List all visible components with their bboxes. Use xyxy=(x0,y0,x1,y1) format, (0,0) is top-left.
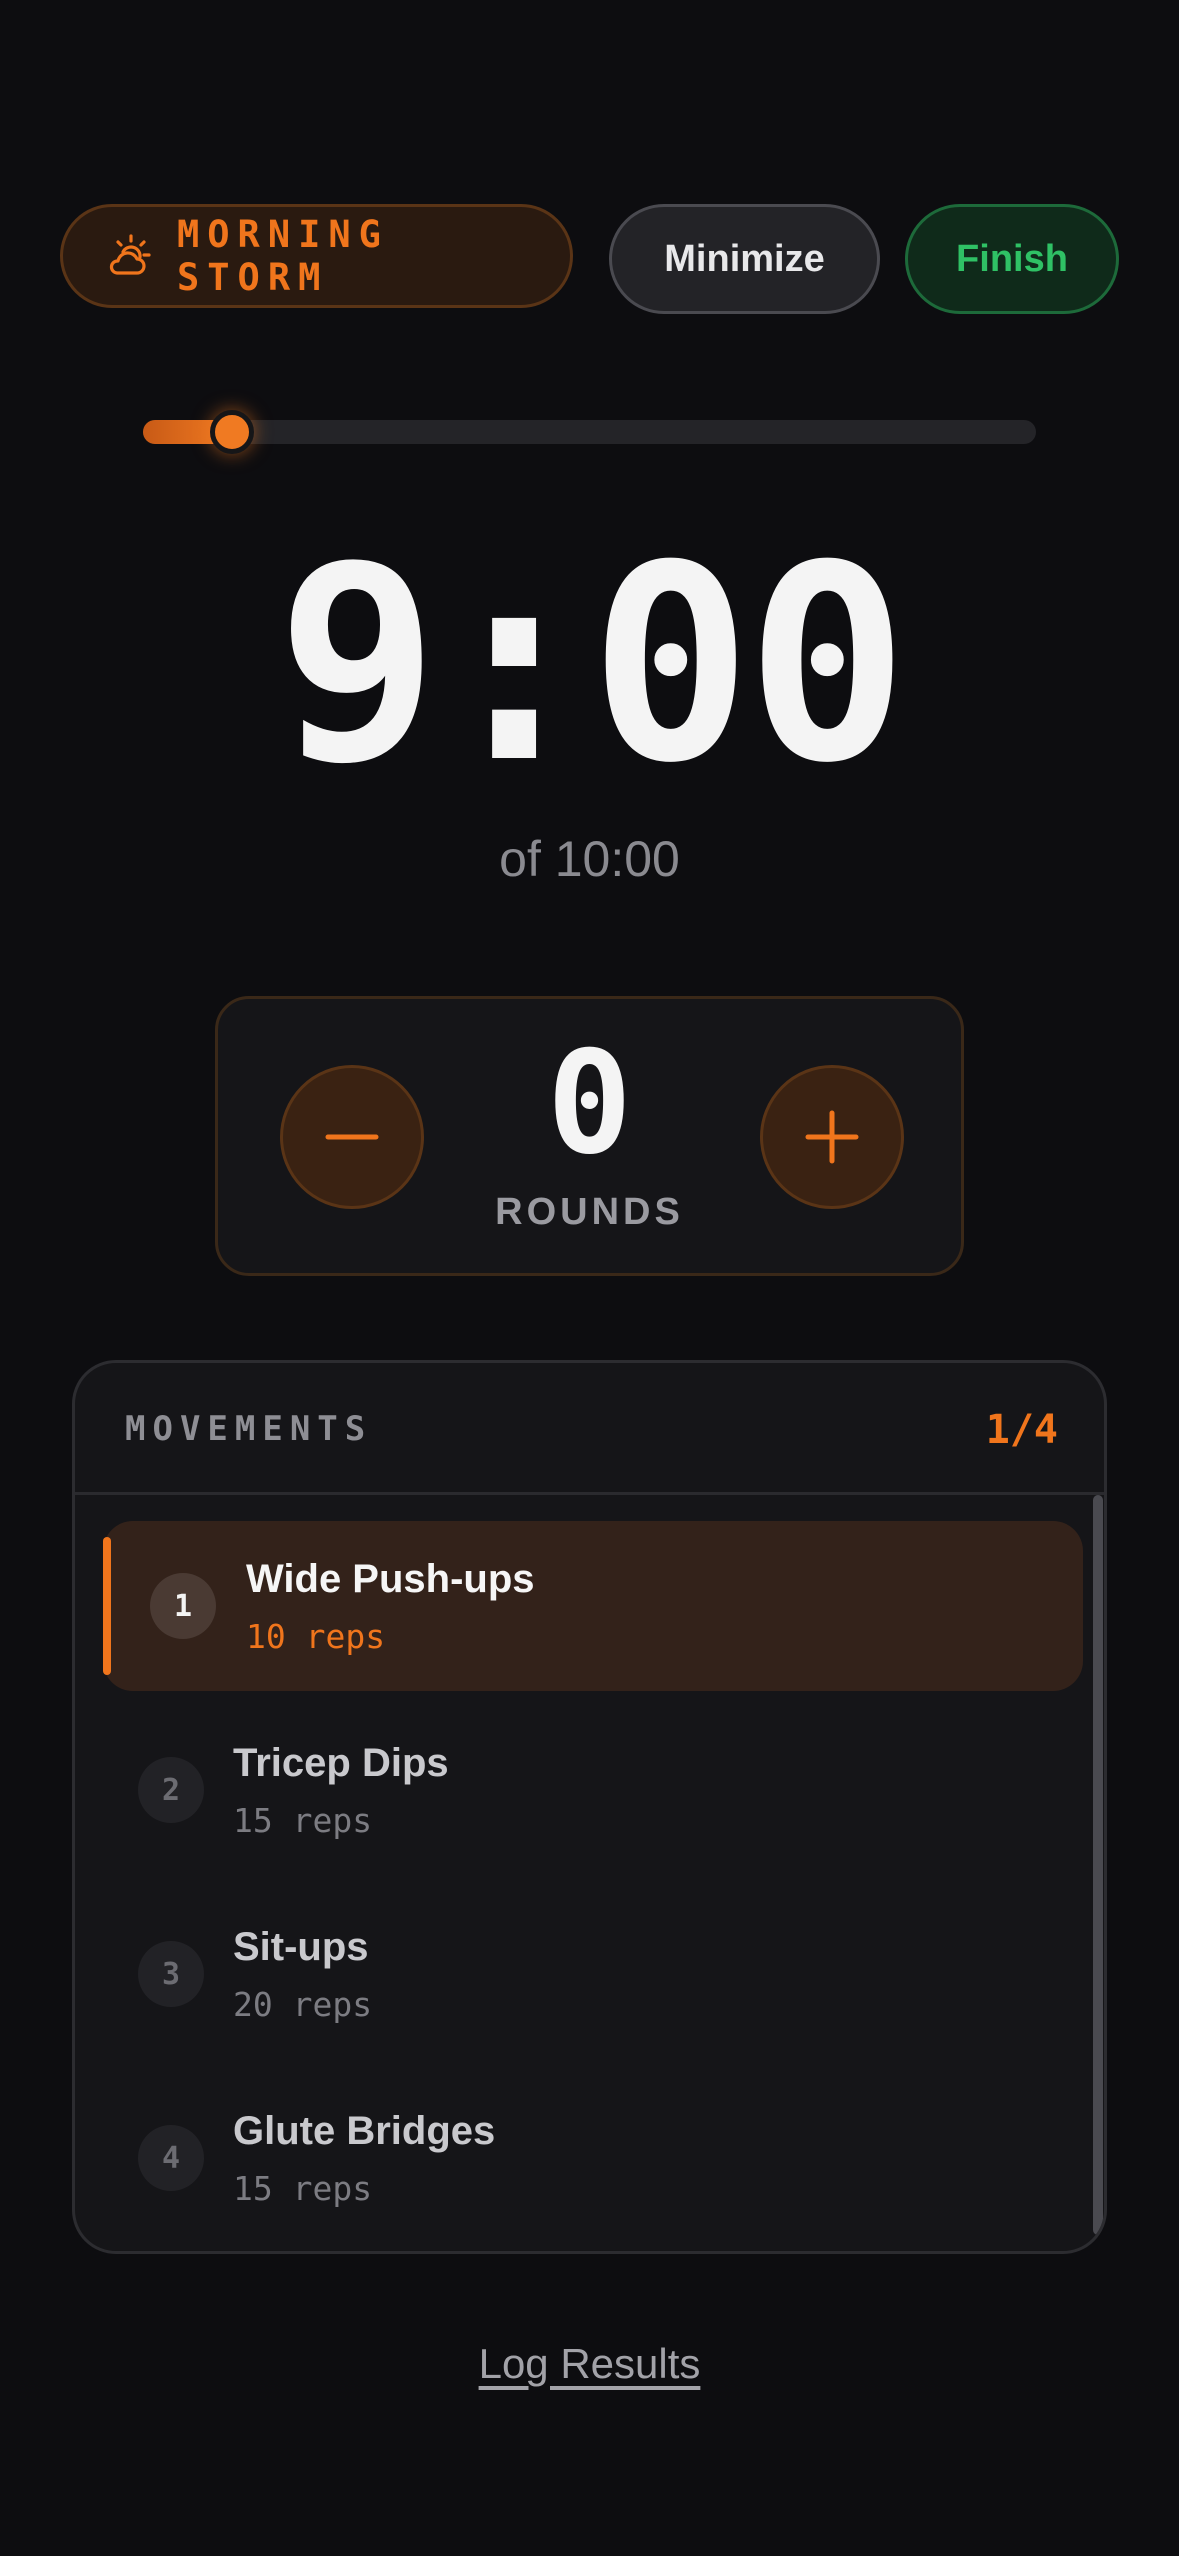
progress-track[interactable] xyxy=(143,410,1036,454)
plus-icon xyxy=(805,1110,859,1164)
movement-number: 4 xyxy=(138,2125,204,2191)
timer-total: of 10:00 xyxy=(499,831,680,887)
movement-item-3[interactable]: 3 Sit-ups 20 reps xyxy=(75,1889,1085,2059)
movement-item-4[interactable]: 4 Glute Bridges 15 reps xyxy=(75,2073,1085,2243)
active-indicator xyxy=(103,1537,111,1675)
workout-timer-screen: MORNING STORM Minimize Finish 9:00 of 10… xyxy=(0,0,1179,2556)
movements-counter: 1/4 xyxy=(985,1407,1058,1453)
movements-title: MOVEMENTS xyxy=(125,1409,373,1449)
movement-item-1[interactable]: 1 Wide Push-ups 10 reps xyxy=(103,1521,1083,1691)
movements-header: MOVEMENTS 1/4 xyxy=(75,1363,1104,1495)
movement-reps: 15 reps xyxy=(233,1801,373,1840)
movements-scrollbar[interactable] xyxy=(1093,1495,1103,2235)
progress-knob[interactable] xyxy=(210,410,255,454)
movements-panel: MOVEMENTS 1/4 1 Wide Push-ups 10 reps 2 … xyxy=(72,1360,1107,2254)
log-results-link[interactable]: Log Results xyxy=(0,2340,1179,2388)
movement-name: Wide Push-ups xyxy=(246,1557,535,1601)
log-results-label[interactable]: Log Results xyxy=(479,2340,701,2387)
increment-round-button[interactable] xyxy=(760,1065,904,1209)
movement-reps: 10 reps xyxy=(246,1617,386,1656)
finish-button[interactable]: Finish xyxy=(905,204,1119,314)
sun-cloud-icon xyxy=(107,233,153,279)
movement-reps: 15 reps xyxy=(233,2169,373,2208)
movement-item-2[interactable]: 2 Tricep Dips 15 reps xyxy=(75,1705,1085,1875)
movement-reps: 20 reps xyxy=(233,1985,373,2024)
movement-number: 1 xyxy=(150,1573,216,1639)
movement-number: 3 xyxy=(138,1941,204,2007)
workout-name: MORNING STORM xyxy=(177,213,389,299)
movement-number: 2 xyxy=(138,1757,204,1823)
movement-name: Tricep Dips xyxy=(233,1741,449,1785)
timer-display: 9:00 xyxy=(276,507,908,822)
movement-name: Glute Bridges xyxy=(233,2109,496,2153)
minimize-button[interactable]: Minimize xyxy=(609,204,880,314)
movement-name: Sit-ups xyxy=(233,1925,369,1969)
workout-name-pill[interactable]: MORNING STORM xyxy=(60,204,573,308)
rounds-counter: 0 ROUNDS xyxy=(215,996,964,1276)
